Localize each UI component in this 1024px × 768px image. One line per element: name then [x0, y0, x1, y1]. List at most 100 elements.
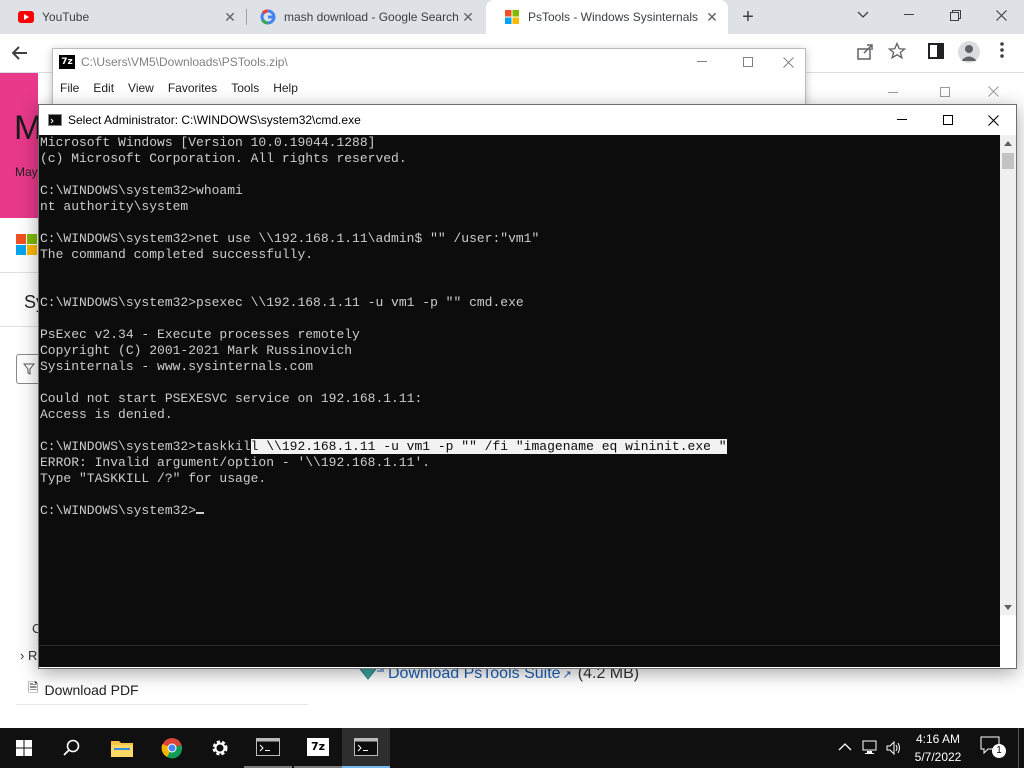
menu-edit[interactable]: Edit: [93, 81, 114, 95]
tab-google-search[interactable]: mash download - Google Search ✕: [242, 0, 484, 34]
minimize-icon[interactable]: [679, 49, 725, 75]
browser-tab-strip: YouTube ✕ mash download - Google Search …: [0, 0, 1024, 34]
cmd-taskbar-icon[interactable]: [244, 728, 292, 768]
cmd-title-bar[interactable]: Select Administrator: C:\WINDOWS\system3…: [39, 105, 1016, 135]
console-line-taskkill: C:\WINDOWS\system32>taskkill \\192.168.1…: [40, 439, 727, 454]
minimize-icon[interactable]: [879, 105, 925, 135]
show-hidden-icons-icon[interactable]: [838, 741, 852, 755]
minimize-icon[interactable]: [888, 86, 898, 100]
network-icon[interactable]: [862, 740, 880, 759]
console-line: ERROR: Invalid argument/option - '\\192.…: [40, 455, 431, 470]
banner-subtext-fragment: May: [15, 165, 38, 179]
console-line: PsExec v2.34 - Execute processes remotel…: [40, 327, 360, 342]
close-tab-icon[interactable]: ✕: [458, 9, 478, 26]
maximize-icon[interactable]: [725, 49, 771, 75]
sevenzip-app-icon: 7z: [59, 55, 75, 69]
google-icon: [260, 9, 276, 25]
console-line: Access is denied.: [40, 407, 173, 422]
sevenzip-taskbar-icon[interactable]: 7z: [294, 728, 342, 768]
notification-center-icon[interactable]: 1: [980, 736, 1006, 760]
new-tab-button[interactable]: +: [736, 5, 760, 29]
taskbar: 7z 4:16 AM 5/7/2022 1: [0, 728, 1024, 768]
microsoft-icon: [504, 9, 520, 25]
menu-favorites[interactable]: Favorites: [168, 81, 217, 95]
selected-text[interactable]: l \\192.168.1.11 -u vm1 -p "" /fi "image…: [250, 439, 727, 454]
close-tab-icon[interactable]: ✕: [220, 9, 240, 26]
download-pdf-label: Download PDF: [44, 682, 139, 698]
background-window-frame: [832, 82, 1012, 104]
tab-label: YouTube: [42, 10, 90, 24]
share-icon[interactable]: [856, 43, 876, 63]
system-clock[interactable]: 4:16 AM 5/7/2022: [904, 728, 972, 768]
close-window-icon[interactable]: [978, 0, 1024, 30]
tab-label: mash download - Google Search: [284, 10, 458, 24]
maximize-icon[interactable]: [925, 105, 971, 135]
microsoft-logo-icon[interactable]: [16, 234, 38, 259]
console-line: The command completed successfully.: [40, 247, 314, 262]
chrome-menu-icon[interactable]: [992, 42, 1012, 62]
profile-avatar-icon[interactable]: [958, 41, 980, 63]
filter-input-fragment[interactable]: [16, 354, 39, 384]
prompt-line[interactable]: C:\WINDOWS\system32>: [40, 503, 205, 518]
scroll-up-icon[interactable]: [1000, 135, 1016, 151]
clock-date: 5/7/2022: [914, 750, 962, 764]
console-line: C:\WINDOWS\system32>whoami: [40, 183, 243, 198]
file-explorer-icon[interactable]: [98, 728, 146, 768]
back-icon[interactable]: [8, 41, 32, 65]
close-tab-icon[interactable]: ✕: [702, 9, 722, 26]
console-scrollbar[interactable]: [1000, 135, 1016, 615]
download-pdf-link[interactable]: 🗎 Download PDF: [16, 676, 308, 705]
minimize-icon[interactable]: [886, 0, 932, 30]
menu-tools[interactable]: Tools: [231, 81, 259, 95]
sevenzip-window: 7z C:\Users\VM5\Downloads\PSTools.zip\ F…: [52, 48, 806, 110]
header-divider: [0, 272, 38, 273]
cmd-active-taskbar-icon[interactable]: [342, 728, 390, 768]
notification-count-badge: 1: [992, 744, 1006, 758]
console-line: Microsoft Windows [Version 10.0.19044.12…: [40, 135, 376, 150]
console-line: Could not start PSEXESVC service on 192.…: [40, 391, 423, 406]
clock-time: 4:16 AM: [915, 732, 961, 746]
close-window-icon[interactable]: [971, 105, 1016, 135]
console-line: (c) Microsoft Corporation. All rights re…: [40, 151, 407, 166]
close-window-icon[interactable]: [771, 49, 805, 75]
tab-search-icon[interactable]: [840, 0, 886, 30]
nav-item-fragment-r[interactable]: › R: [20, 648, 37, 663]
menu-view[interactable]: View: [128, 81, 154, 95]
download-arrow-icon: [358, 667, 388, 681]
scroll-down-icon[interactable]: [1000, 599, 1016, 615]
tab-youtube[interactable]: YouTube ✕: [0, 0, 246, 34]
volume-icon[interactable]: [886, 740, 902, 759]
chrome-icon[interactable]: [148, 728, 196, 768]
settings-gear-icon[interactable]: [196, 728, 244, 768]
scroll-thumb[interactable]: [1002, 153, 1014, 169]
maximize-icon[interactable]: [940, 86, 950, 100]
console-line: Type "TASKKILL /?" for usage.: [40, 471, 267, 486]
close-window-icon[interactable]: [988, 86, 999, 100]
sevenzip-menubar: File Edit View Favorites Tools Help: [53, 77, 805, 99]
bookmark-star-icon[interactable]: [887, 41, 908, 62]
cmd-app-icon: [48, 114, 62, 126]
console-output[interactable]: Microsoft Windows [Version 10.0.19044.12…: [39, 135, 1000, 667]
external-link-icon: ↗: [562, 668, 572, 681]
restore-icon[interactable]: [932, 0, 978, 30]
divider: [0, 326, 38, 327]
taskkill-prefix: C:\WINDOWS\system32>taskkil: [40, 439, 251, 454]
youtube-icon: [18, 9, 34, 25]
console-line: Copyright (C) 2001-2021 Mark Russinovich: [40, 343, 353, 358]
tab-pstools[interactable]: PsTools - Windows Sysinternals | ✕: [486, 0, 728, 34]
chevron-right-icon: ›: [20, 648, 25, 663]
prompt-text: C:\WINDOWS\system32>: [40, 503, 197, 518]
cmd-window-title: Select Administrator: C:\WINDOWS\system3…: [68, 113, 361, 127]
sevenzip-window-title: C:\Users\VM5\Downloads\PSTools.zip\: [81, 55, 288, 69]
console-divider: [39, 645, 1000, 646]
side-panel-icon[interactable]: [928, 43, 946, 61]
windows-start-icon[interactable]: [0, 728, 48, 768]
text-cursor: [196, 512, 205, 514]
page-hero-banner: M May: [0, 73, 42, 218]
document-icon: 🗎: [28, 680, 39, 695]
menu-file[interactable]: File: [60, 81, 79, 95]
search-icon[interactable]: [48, 728, 96, 768]
menu-help[interactable]: Help: [273, 81, 298, 95]
console-line: Sysinternals - www.sysinternals.com: [40, 359, 314, 374]
show-desktop-button[interactable]: [1018, 728, 1019, 768]
